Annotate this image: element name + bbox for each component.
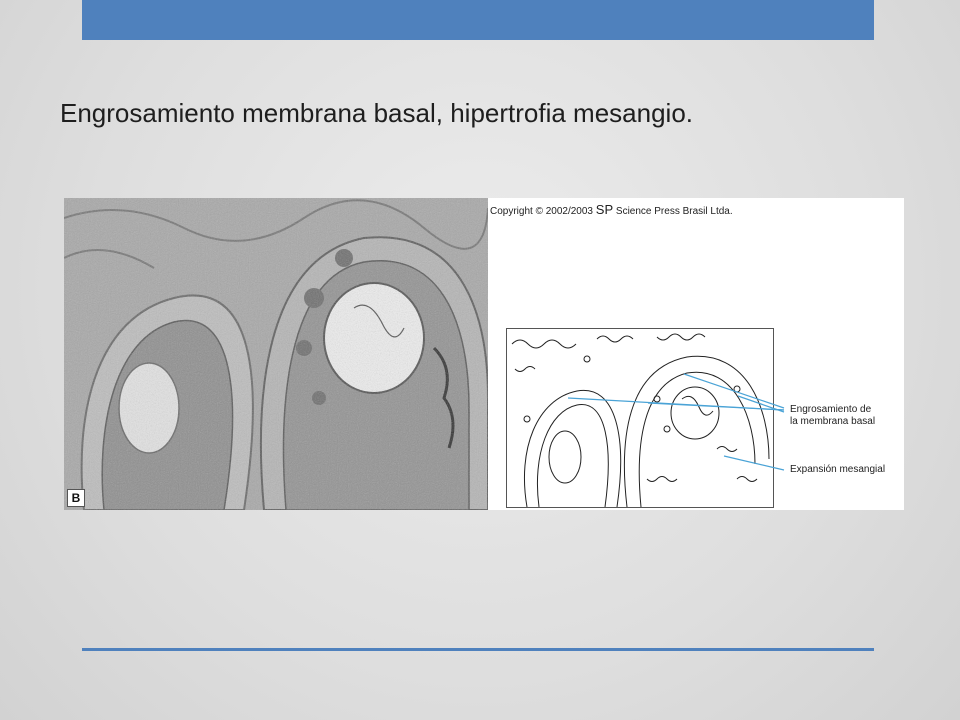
panel-letter: B <box>67 489 85 507</box>
copyright-notice: Copyright © 2002/2003 SP Science Press B… <box>490 202 733 217</box>
copyright-suffix: Science Press Brasil Ltda. <box>615 206 733 217</box>
micrograph-illustration <box>64 198 488 510</box>
figure: B Copyright © 2002/2003 SP Science Press… <box>64 198 904 510</box>
label-membrana-basal: Engrosamiento de la membrana basal <box>790 404 875 428</box>
label-expansion-mesangial: Expansión mesangial <box>790 464 886 475</box>
slide-title: Engrosamiento membrana basal, hipertrofi… <box>60 98 694 128</box>
label-membrana-line2: la membrana basal <box>790 416 876 427</box>
label-membrana-line1: Engrosamiento de <box>790 404 872 415</box>
copyright-sp: SP <box>595 202 614 217</box>
diagram-panel: Copyright © 2002/2003 SP Science Press B… <box>488 198 904 510</box>
top-accent-bar <box>82 0 874 40</box>
bottom-accent-rule <box>82 648 874 651</box>
micrograph-image: B <box>64 198 488 510</box>
copyright-prefix: Copyright © 2002/2003 <box>490 206 593 217</box>
line-diagram-illustration <box>511 333 770 507</box>
line-diagram <box>506 328 774 508</box>
